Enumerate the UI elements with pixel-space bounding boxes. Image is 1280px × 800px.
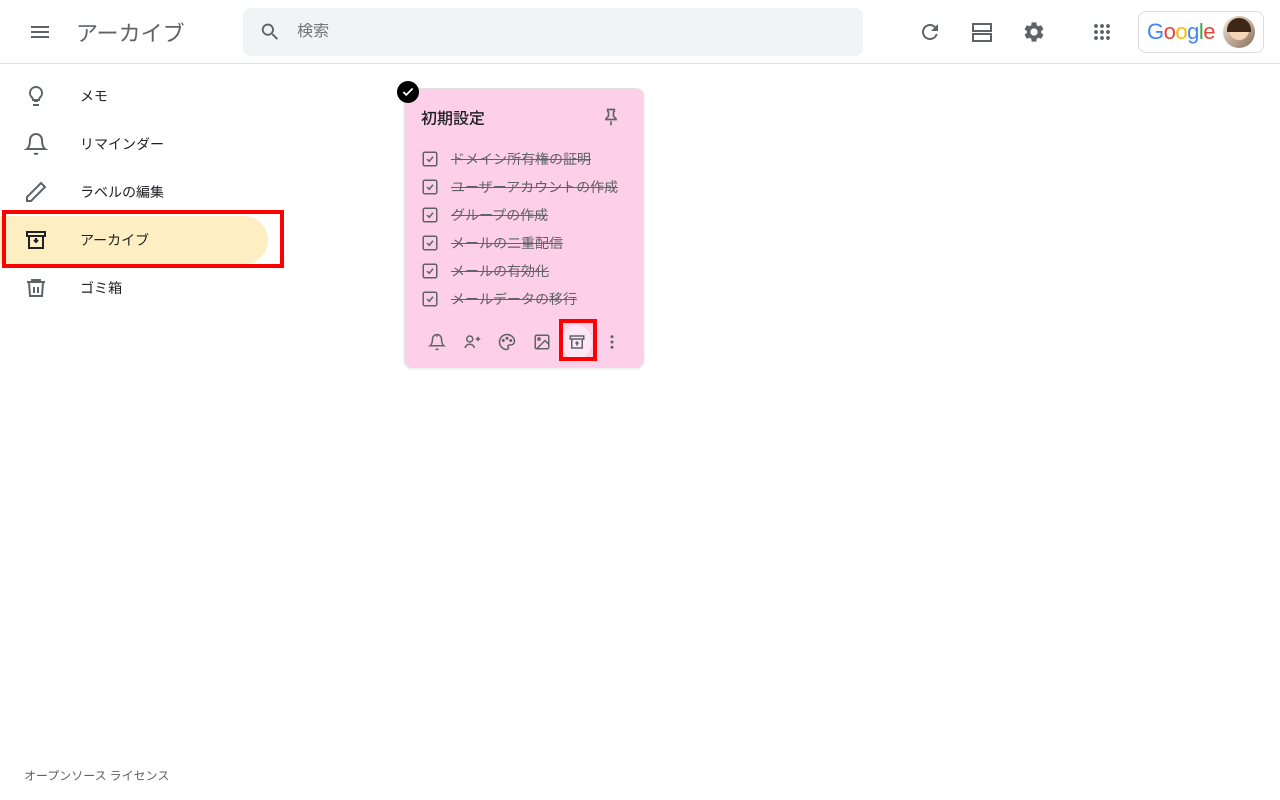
image-button[interactable]: [526, 325, 557, 359]
checkbox-checked-icon: [421, 234, 439, 252]
color-button[interactable]: [491, 325, 522, 359]
search-input[interactable]: [297, 23, 847, 41]
refresh-icon: [918, 20, 942, 44]
header-actions: Google: [906, 8, 1264, 56]
more-button[interactable]: [596, 325, 627, 359]
collaborator-button[interactable]: [456, 325, 487, 359]
pencil-icon: [24, 180, 48, 204]
more-vert-icon: [603, 333, 621, 351]
sidebar-item-label: アーカイブ: [80, 230, 149, 250]
gear-icon: [1022, 20, 1046, 44]
sidebar-item-label: ゴミ箱: [80, 278, 122, 298]
apps-button[interactable]: [1078, 8, 1126, 56]
checklist: ドメイン所有権の証明 ユーザーアカウントの作成 グループの作成 メールの二重配信…: [421, 145, 627, 313]
sidebar-item-archive[interactable]: アーカイブ: [0, 216, 268, 264]
checklist-item[interactable]: メールデータの移行: [421, 285, 627, 313]
image-icon: [533, 333, 551, 351]
archive-icon: [24, 228, 48, 252]
checklist-item[interactable]: メールの二重配信: [421, 229, 627, 257]
app-header: アーカイブ Google: [0, 0, 1280, 64]
palette-icon: [498, 333, 516, 351]
sidebar-item-reminders[interactable]: リマインダー: [0, 120, 268, 168]
note-toolbar: [421, 325, 627, 359]
sidebar-footer-link[interactable]: オープンソース ライセンス: [0, 751, 280, 800]
checklist-item[interactable]: ドメイン所有権の証明: [421, 145, 627, 173]
checklist-item[interactable]: メールの有効化: [421, 257, 627, 285]
note-card[interactable]: 初期設定 ドメイン所有権の証明 ユーザーアカウントの作成 グループの作成 メール…: [404, 88, 644, 368]
checklist-item[interactable]: ユーザーアカウントの作成: [421, 173, 627, 201]
pin-icon: [601, 107, 621, 127]
checklist-item[interactable]: グループの作成: [421, 201, 627, 229]
sidebar-item-label: メモ: [80, 86, 108, 106]
bell-icon: [24, 132, 48, 156]
menu-button[interactable]: [16, 8, 64, 56]
checkbox-checked-icon: [421, 178, 439, 196]
sidebar-item-label: ラベルの編集: [80, 182, 164, 202]
note-title: 初期設定: [421, 105, 485, 129]
trash-icon: [24, 276, 48, 300]
checkbox-checked-icon: [421, 262, 439, 280]
search-icon: [259, 20, 281, 44]
checkbox-checked-icon: [421, 206, 439, 224]
google-logo: Google: [1147, 19, 1215, 45]
sidebar-item-notes[interactable]: メモ: [0, 72, 268, 120]
search-bar[interactable]: [243, 8, 863, 56]
sidebar: メモ リマインダー ラベルの編集 アーカイブ ゴミ箱 オープンソース ライセンス: [0, 64, 280, 800]
settings-button[interactable]: [1010, 8, 1058, 56]
unarchive-button[interactable]: [561, 325, 592, 359]
lightbulb-icon: [24, 84, 48, 108]
list-view-icon: [970, 20, 994, 44]
avatar[interactable]: [1223, 16, 1255, 48]
checkbox-checked-icon: [421, 150, 439, 168]
refresh-button[interactable]: [906, 8, 954, 56]
list-view-button[interactable]: [958, 8, 1006, 56]
page-title: アーカイブ: [76, 16, 185, 48]
apps-grid-icon: [1090, 20, 1114, 44]
main-content: 初期設定 ドメイン所有権の証明 ユーザーアカウントの作成 グループの作成 メール…: [280, 64, 1280, 800]
bell-plus-icon: [428, 333, 446, 351]
sidebar-item-edit-labels[interactable]: ラベルの編集: [0, 168, 268, 216]
sidebar-item-label: リマインダー: [80, 134, 164, 154]
sidebar-item-trash[interactable]: ゴミ箱: [0, 264, 268, 312]
remind-button[interactable]: [421, 325, 452, 359]
checkbox-checked-icon: [421, 290, 439, 308]
select-note-button[interactable]: [397, 81, 419, 103]
person-add-icon: [463, 333, 481, 351]
hamburger-icon: [28, 20, 52, 44]
account-widget[interactable]: Google: [1138, 11, 1264, 53]
unarchive-icon: [568, 333, 586, 351]
check-icon: [401, 85, 415, 99]
pin-button[interactable]: [595, 101, 627, 133]
